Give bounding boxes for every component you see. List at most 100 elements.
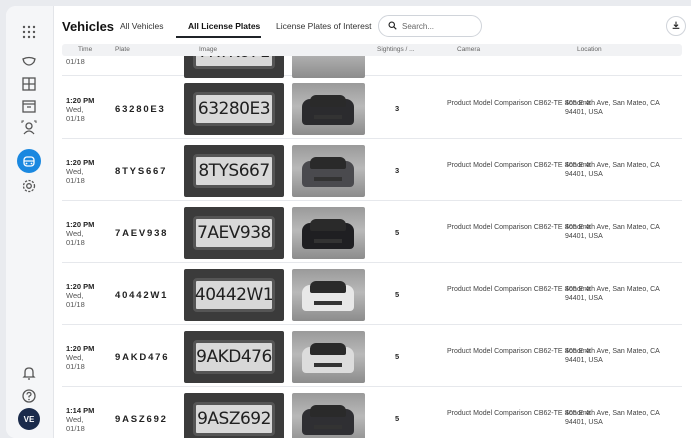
plate-image-text: 7RTK671 bbox=[193, 56, 275, 69]
plate-image[interactable]: 8TYS667 bbox=[184, 145, 284, 197]
row-location: 405 E 4th Ave, San Mateo, CA 94401, USA bbox=[565, 286, 660, 302]
column-header-time[interactable]: Time bbox=[78, 46, 92, 53]
table-row[interactable]: 1:20 PM Wed, 01/18 63280E3 63280E3 3 Pro… bbox=[62, 77, 682, 139]
vehicle-image[interactable] bbox=[292, 83, 365, 135]
tab-license-plates-of-interest[interactable]: License Plates of Interest bbox=[276, 21, 371, 31]
search-box[interactable] bbox=[378, 15, 482, 37]
row-sightings: 5 bbox=[395, 290, 400, 299]
vehicle-image[interactable] bbox=[292, 331, 365, 383]
vehicle-windshield bbox=[310, 95, 346, 107]
row-time-cell: 1:14 PM Wed, 01/18 bbox=[66, 406, 106, 433]
row-time-cell: 1:20 PM Wed, 01/18 bbox=[66, 158, 106, 185]
vehicle-windshield bbox=[310, 281, 346, 293]
plate-image[interactable]: 9AKD476 bbox=[184, 331, 284, 383]
download-button[interactable] bbox=[666, 16, 686, 36]
vehicle-grill bbox=[314, 239, 342, 243]
plate-image[interactable]: 63280E3 bbox=[184, 83, 284, 135]
row-day: Wed, bbox=[66, 229, 84, 238]
shield-icon[interactable] bbox=[17, 50, 41, 74]
vehicle-windshield bbox=[310, 157, 346, 169]
table-row[interactable]: 1:20 PM Wed, 01/18 40442W1 40442W1 5 Pro… bbox=[62, 263, 682, 325]
row-location: 405 E 4th Ave, San Mateo, CA 94401, USA bbox=[565, 162, 660, 178]
row-date: 01/18 bbox=[66, 424, 85, 433]
row-sightings: 5 bbox=[395, 228, 400, 237]
row-time: 1:20 PM bbox=[66, 282, 95, 291]
person-icon[interactable] bbox=[17, 116, 41, 140]
row-plate: 9ASZ692 bbox=[115, 414, 168, 425]
table-row[interactable]: 01/18 7RTK671 bbox=[62, 56, 682, 78]
vehicle-icon[interactable] bbox=[17, 149, 41, 173]
row-time: 1:14 PM bbox=[66, 406, 95, 415]
row-day: Wed, bbox=[66, 353, 84, 362]
plate-image-text: 63280E3 bbox=[193, 92, 275, 126]
row-sightings: 3 bbox=[395, 166, 400, 175]
column-header-sightings[interactable]: Sightings / ... bbox=[377, 46, 415, 53]
vehicle-grill bbox=[314, 115, 342, 119]
row-plate: 8TYS667 bbox=[115, 166, 168, 177]
table-row[interactable]: 1:20 PM Wed, 01/18 8TYS667 8TYS667 3 Pro… bbox=[62, 139, 682, 201]
vehicle-grill bbox=[314, 177, 342, 181]
vehicle-grill bbox=[314, 363, 342, 367]
row-sightings: 5 bbox=[395, 352, 400, 361]
row-sightings: 3 bbox=[395, 104, 400, 113]
search-input[interactable] bbox=[402, 21, 472, 31]
row-day: Wed, bbox=[66, 105, 84, 114]
row-date: 01/18 bbox=[66, 300, 85, 309]
plate-image-text: 9AKD476 bbox=[193, 340, 275, 374]
plate-image[interactable]: 7AEV938 bbox=[184, 207, 284, 259]
plates-table: 01/18 7RTK671 1:20 PM Wed, 01/18 63280E3… bbox=[62, 56, 682, 438]
plate-image[interactable]: 7RTK671 bbox=[184, 56, 284, 78]
row-date: 01/18 bbox=[66, 238, 85, 247]
row-time-cell: 1:20 PM Wed, 01/18 bbox=[66, 282, 106, 309]
grid-icon[interactable] bbox=[17, 20, 41, 44]
row-time-cell: 1:20 PM Wed, 01/18 bbox=[66, 96, 106, 123]
row-day: Wed, bbox=[66, 291, 84, 300]
plate-image[interactable]: 9ASZ692 bbox=[184, 393, 284, 438]
header: Vehicles All Vehicles All License Plates… bbox=[54, 6, 691, 44]
row-time-cell: 1:20 PM Wed, 01/18 bbox=[66, 220, 106, 247]
column-header-location[interactable]: Location bbox=[577, 46, 602, 53]
row-date: 01/18 bbox=[66, 362, 85, 371]
vehicle-image[interactable] bbox=[292, 393, 365, 438]
vehicle-image[interactable] bbox=[292, 207, 365, 259]
table-row[interactable]: 1:20 PM Wed, 01/18 7AEV938 7AEV938 5 Pro… bbox=[62, 201, 682, 263]
avatar[interactable]: VE bbox=[18, 408, 40, 430]
bell-icon[interactable] bbox=[17, 361, 41, 385]
vehicle-grill bbox=[314, 301, 342, 305]
row-location: 405 E 4th Ave, San Mateo, CA 94401, USA bbox=[565, 410, 660, 426]
layout-icon[interactable] bbox=[17, 72, 41, 96]
plate-image-text: 40442W1 bbox=[193, 278, 275, 312]
row-time: 1:20 PM bbox=[66, 220, 95, 229]
vehicle-grill bbox=[314, 425, 342, 429]
row-location: 405 E 4th Ave, San Mateo, CA 94401, USA bbox=[565, 224, 660, 240]
row-sightings: 5 bbox=[395, 414, 400, 423]
table-header: Time Plate Image Sightings / ... Camera … bbox=[62, 44, 682, 56]
help-icon[interactable] bbox=[17, 384, 41, 408]
active-tab-indicator bbox=[176, 36, 261, 38]
settings-icon[interactable] bbox=[17, 174, 41, 198]
table-row[interactable]: 1:14 PM Wed, 01/18 9ASZ692 9ASZ692 5 Pro… bbox=[62, 387, 682, 438]
plate-image[interactable]: 40442W1 bbox=[184, 269, 284, 321]
column-header-image: Image bbox=[199, 46, 218, 53]
row-time: 1:20 PM bbox=[66, 344, 95, 353]
sidebar: VE bbox=[6, 6, 54, 438]
row-plate: 7AEV938 bbox=[115, 228, 169, 239]
tab-all-vehicles[interactable]: All Vehicles bbox=[120, 21, 163, 31]
column-header-plate[interactable]: Plate bbox=[115, 46, 130, 53]
row-location: 405 E 4th Ave, San Mateo, CA 94401, USA bbox=[565, 348, 660, 364]
vehicle-image[interactable] bbox=[292, 269, 365, 321]
vehicle-image[interactable] bbox=[292, 145, 365, 197]
plate-image-text: 9ASZ692 bbox=[193, 402, 275, 436]
vehicle-windshield bbox=[310, 219, 346, 231]
vehicle-image[interactable] bbox=[292, 56, 365, 78]
row-location: 405 E 4th Ave, San Mateo, CA 94401, USA bbox=[565, 100, 660, 116]
calendar-icon[interactable] bbox=[17, 94, 41, 118]
tab-all-license-plates[interactable]: All License Plates bbox=[188, 21, 260, 31]
row-day: Wed, bbox=[66, 415, 84, 424]
column-header-camera[interactable]: Camera bbox=[457, 46, 480, 53]
table-row[interactable]: 1:20 PM Wed, 01/18 9AKD476 9AKD476 5 Pro… bbox=[62, 325, 682, 387]
search-icon bbox=[388, 17, 397, 35]
plate-image-text: 8TYS667 bbox=[193, 154, 275, 188]
row-plate: 40442W1 bbox=[115, 290, 169, 301]
row-plate: 63280E3 bbox=[115, 104, 166, 115]
